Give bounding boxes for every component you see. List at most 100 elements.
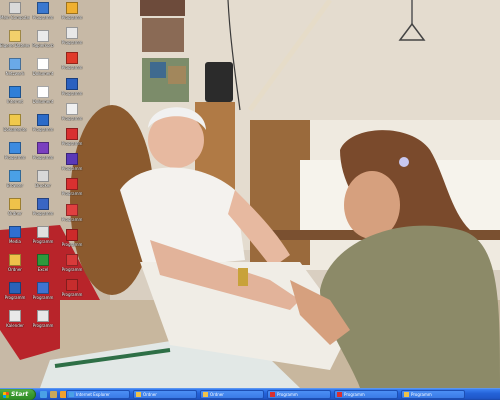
- taskbar-button[interactable]: Programm: [401, 390, 465, 399]
- program-icon: [9, 142, 21, 154]
- desktop-icon[interactable]: Programm: [57, 279, 87, 301]
- desktop-icon[interactable]: Programm: [28, 142, 58, 164]
- desktop-icon-label: Internet: [7, 99, 23, 104]
- desktop-icon[interactable]: Programm: [57, 77, 87, 100]
- desktop-icon[interactable]: Excel: [28, 254, 58, 276]
- program-icon: [66, 153, 78, 166]
- program-icon: [9, 58, 21, 70]
- desktop-icon-label: Dokument: [32, 71, 54, 76]
- taskbar-button-label: Ordner: [143, 392, 157, 397]
- window-icon: [404, 392, 409, 397]
- desktop-icon-label: Programm: [32, 15, 54, 20]
- program-icon: [9, 170, 21, 182]
- desktop-icon-label: Programm: [61, 292, 83, 298]
- desktop-icon-label: Programm: [61, 216, 83, 222]
- program-icon: [37, 58, 49, 70]
- taskbar-button[interactable]: Programm: [267, 390, 331, 399]
- program-icon: [37, 282, 49, 294]
- desktop-icon-label: Programm: [32, 211, 54, 216]
- program-icon: [37, 198, 49, 210]
- program-icon: [37, 86, 49, 98]
- taskbar-button[interactable]: Ordner: [133, 390, 197, 399]
- desktop-icon-label: Excel: [37, 267, 49, 272]
- desktop-icon[interactable]: Programm: [28, 282, 58, 304]
- desktop-icon[interactable]: Programm: [0, 282, 30, 304]
- desktop-icon-label: Dokumente: [3, 127, 27, 132]
- desktop-icon-label: Kalender: [6, 323, 24, 328]
- desktop-icon[interactable]: Programm: [28, 114, 58, 136]
- program-icon: [66, 52, 78, 65]
- desktop-icon[interactable]: Ordner: [0, 198, 30, 220]
- program-icon: [66, 27, 78, 40]
- desktop-icon[interactable]: Mein Computer: [0, 2, 30, 24]
- desktop-icon-label: Programm: [32, 155, 54, 160]
- desktop-icon[interactable]: Papierkorb: [28, 30, 58, 52]
- program-icon: [66, 254, 78, 266]
- taskbar-button[interactable]: Ordner: [200, 390, 264, 399]
- program-icon: [9, 86, 21, 98]
- program-icon: [37, 310, 49, 322]
- desktop-icon[interactable]: Programm: [57, 128, 87, 150]
- desktop-icon-label: Netzwerk: [5, 71, 25, 76]
- desktop-icon-label: Programm: [32, 323, 54, 328]
- program-icon: [9, 282, 21, 294]
- desktop-icon[interactable]: Programm: [57, 52, 87, 74]
- program-icon: [37, 2, 49, 14]
- desktop-icon-label: Programm: [61, 115, 83, 121]
- program-icon: [37, 226, 49, 238]
- desktop-icon[interactable]: Programm: [57, 254, 87, 276]
- taskbar-button-label: Programm: [277, 392, 298, 397]
- desktop-icon[interactable]: Programm: [28, 198, 58, 220]
- browser-quicklaunch-icon[interactable]: [40, 391, 47, 398]
- show-desktop-quicklaunch-icon[interactable]: [50, 391, 57, 398]
- desktop-icon[interactable]: Dokumente: [0, 114, 30, 136]
- desktop-icon-label: Programm: [61, 191, 83, 197]
- desktop-icon[interactable]: Programm: [28, 310, 58, 332]
- desktop-icon[interactable]: Programm: [0, 142, 30, 164]
- desktop-icon-label: Browser: [6, 183, 24, 188]
- start-button[interactable]: Start: [0, 389, 36, 400]
- taskbar-button[interactable]: Internet Explorer: [66, 390, 130, 399]
- desktop-icon[interactable]: Dokument: [28, 58, 58, 80]
- desktop-icon-label: Papierkorb: [32, 43, 54, 48]
- program-icon: [66, 102, 78, 115]
- desktop-icon[interactable]: Internet: [0, 86, 30, 108]
- desktop-icon-label: Programm: [61, 40, 83, 46]
- program-icon: [66, 228, 78, 241]
- desktop[interactable]: Mein Computer Eigene Dateien Netzwerk Inter…: [0, 0, 500, 388]
- desktop-icon[interactable]: Ordner: [0, 254, 30, 276]
- window-icon: [203, 392, 208, 397]
- program-icon: [37, 30, 49, 42]
- desktop-icon[interactable]: Media: [0, 226, 30, 248]
- desktop-icon[interactable]: Programm: [28, 2, 58, 24]
- desktop-icon-label: Media: [8, 239, 21, 244]
- desktop-icon[interactable]: Browser: [0, 170, 30, 192]
- program-icon: [9, 30, 21, 42]
- taskbar-button-label: Programm: [411, 392, 432, 397]
- desktop-icon-label: Programm: [61, 65, 83, 71]
- desktop-icon[interactable]: Programm: [57, 203, 87, 226]
- desktop-icon-label: Programm: [61, 15, 83, 20]
- desktop-icon-label: Ordner: [8, 211, 22, 216]
- taskbar-button[interactable]: Programm: [334, 390, 398, 399]
- desktop-icon[interactable]: Programm: [57, 153, 87, 175]
- desktop-icon-label: Programm: [61, 241, 83, 247]
- window-icon: [337, 392, 342, 397]
- program-icon: [66, 203, 78, 216]
- desktop-icon[interactable]: Programm: [28, 226, 58, 248]
- desktop-icon[interactable]: Netzwerk: [0, 58, 30, 80]
- taskbar: Start Internet Explorer Ordner Ordner Progr…: [0, 388, 500, 400]
- desktop-icon[interactable]: Programm: [57, 2, 87, 24]
- desktop-icon[interactable]: Programm: [57, 27, 87, 49]
- desktop-icon[interactable]: Programm: [57, 102, 87, 125]
- desktop-icon[interactable]: Drucker: [28, 170, 58, 192]
- desktop-icon[interactable]: Kalender: [0, 310, 30, 332]
- desktop-icon[interactable]: Programm: [57, 178, 87, 200]
- desktop-icon[interactable]: Eigene Dateien: [0, 30, 30, 52]
- desktop-icon[interactable]: Dokument: [28, 86, 58, 108]
- program-icon: [37, 254, 49, 266]
- desktop-icon-label: Programm: [4, 155, 26, 160]
- desktop-icon[interactable]: Programm: [57, 228, 87, 251]
- window-icon: [270, 392, 275, 397]
- taskbar-button-label: Programm: [344, 392, 365, 397]
